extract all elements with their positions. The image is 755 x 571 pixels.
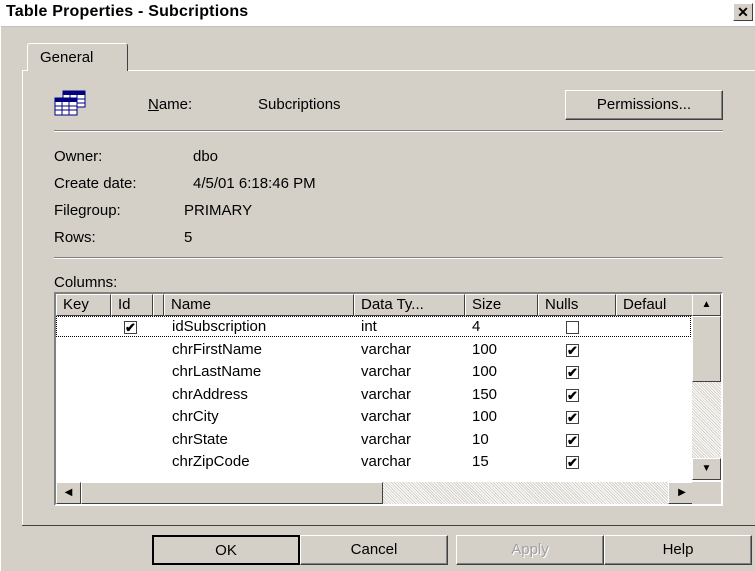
- tab-panel-bottom: [22, 525, 755, 526]
- separator: [54, 130, 723, 132]
- size-cell: 10: [472, 430, 489, 448]
- scrollbar-corner: [692, 482, 721, 504]
- create-date-value: 4/5/01 6:18:46 PM: [193, 175, 316, 192]
- horizontal-scrollbar[interactable]: ◀ ▶: [56, 482, 696, 504]
- columns-label: Columns:: [54, 274, 118, 291]
- table-row[interactable]: chrAddress varchar 150 ✔: [56, 385, 691, 406]
- arrow-right-icon: ▶: [678, 487, 686, 498]
- filegroup-value: PRIMARY: [184, 202, 253, 219]
- separator: [54, 257, 723, 259]
- title-bar: Table Properties - Subcriptions ✕: [0, 0, 755, 27]
- table-row[interactable]: chrState varchar 10 ✔: [56, 430, 691, 451]
- data-type-cell: varchar: [361, 385, 412, 403]
- table-row[interactable]: chrLastName varchar 100 ✔: [56, 362, 691, 383]
- column-header-data-type[interactable]: Data Ty...: [354, 294, 465, 316]
- nulls-checkbox[interactable]: [566, 321, 579, 334]
- permissions-button[interactable]: Permissions...: [565, 90, 723, 120]
- columns-grid[interactable]: Key Id Name Data Ty... Size Nulls Defaul…: [54, 292, 723, 506]
- scroll-up-button[interactable]: ▲: [692, 294, 721, 316]
- arrow-down-icon: ▼: [701, 463, 712, 474]
- window-edge: [0, 26, 1, 571]
- data-type-cell: varchar: [361, 430, 412, 448]
- apply-button[interactable]: Apply: [456, 535, 604, 565]
- table-name-value: Subcriptions: [258, 96, 341, 113]
- column-name-cell: chrState: [172, 430, 228, 448]
- nulls-checkbox[interactable]: ✔: [566, 343, 579, 357]
- tab-general[interactable]: General: [27, 43, 128, 71]
- rows-value: 5: [184, 229, 193, 246]
- vertical-scroll-thumb[interactable]: [692, 316, 721, 382]
- cancel-button[interactable]: Cancel: [300, 535, 448, 565]
- column-name-cell: chrZipCode: [172, 453, 250, 470]
- arrow-up-icon: ▲: [701, 299, 712, 310]
- id-checkbox[interactable]: ✔: [124, 321, 137, 334]
- column-header-id[interactable]: Id: [111, 294, 153, 316]
- scroll-down-button[interactable]: ▼: [692, 458, 721, 480]
- data-type-cell: varchar: [361, 363, 412, 380]
- data-type-cell: int: [361, 318, 377, 335]
- data-type-cell: varchar: [361, 408, 412, 425]
- size-cell: 100: [472, 363, 498, 380]
- tab-general-label: General: [40, 49, 94, 66]
- owner-label: Owner:: [54, 148, 103, 165]
- close-button[interactable]: ✕: [733, 3, 753, 21]
- column-header-nulls[interactable]: Nulls: [538, 294, 616, 316]
- table-row[interactable]: chrFirstName varchar 100 ✔: [56, 340, 691, 361]
- data-type-cell: varchar: [361, 453, 412, 470]
- nulls-checkbox[interactable]: ✔: [566, 411, 579, 424]
- nulls-checkbox[interactable]: ✔: [566, 433, 579, 447]
- column-header-default[interactable]: Defaul: [616, 294, 694, 316]
- create-date-label: Create date:: [54, 175, 137, 192]
- nulls-checkbox[interactable]: ✔: [566, 388, 579, 402]
- filegroup-label: Filegroup:: [54, 202, 121, 219]
- column-name-cell: idSubscription: [172, 318, 267, 335]
- size-cell: 150: [472, 385, 498, 403]
- size-cell: 4: [472, 318, 481, 335]
- nulls-checkbox[interactable]: ✔: [566, 456, 579, 469]
- size-cell: 100: [472, 340, 498, 358]
- column-name-cell: chrFirstName: [172, 340, 263, 358]
- vertical-scrollbar[interactable]: ▲ ▼: [692, 294, 721, 480]
- table-icon: [54, 90, 86, 116]
- column-header-size[interactable]: Size: [465, 294, 538, 316]
- ok-button[interactable]: OK: [152, 535, 300, 565]
- name-label: Name:: [148, 96, 193, 113]
- arrow-left-icon: ◀: [64, 487, 73, 498]
- window-title: Table Properties - Subcriptions: [6, 3, 249, 20]
- column-header-key[interactable]: Key: [56, 294, 111, 316]
- column-name-cell: chrAddress: [172, 385, 248, 403]
- data-type-cell: varchar: [361, 340, 412, 358]
- column-name-cell: chrLastName: [172, 363, 262, 380]
- size-cell: 15: [472, 453, 489, 470]
- column-name-cell: chrCity: [172, 408, 219, 425]
- column-header-spacer: [153, 294, 164, 316]
- column-header-name[interactable]: Name: [164, 294, 354, 316]
- close-icon: ✕: [737, 4, 749, 20]
- table-row[interactable]: ✔ idSubscription int 4: [56, 317, 691, 338]
- size-cell: 100: [472, 408, 498, 425]
- table-row[interactable]: chrZipCode varchar 15 ✔: [56, 452, 691, 473]
- owner-value: dbo: [193, 148, 219, 165]
- nulls-checkbox[interactable]: ✔: [566, 366, 579, 379]
- horizontal-scroll-thumb[interactable]: [81, 482, 383, 504]
- table-row[interactable]: chrCity varchar 100 ✔: [56, 407, 691, 428]
- help-button[interactable]: Help: [604, 535, 752, 565]
- rows-label: Rows:: [54, 229, 96, 246]
- scroll-left-button[interactable]: ◀: [56, 482, 81, 504]
